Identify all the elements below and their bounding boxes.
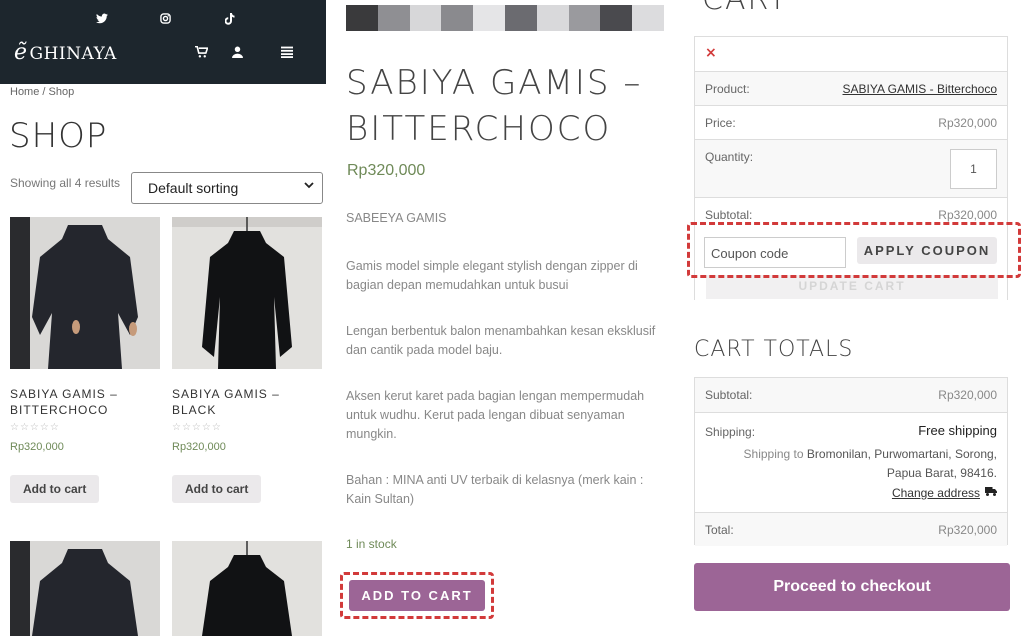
shipping-address: Bromonilan, Purwomartani, Sorong, Papua … <box>806 447 997 480</box>
account-icon[interactable] <box>232 46 243 62</box>
product-image-bitterchoco[interactable] <box>10 217 160 369</box>
cart-icon[interactable] <box>195 45 209 62</box>
description-paragraph: SABEEYA GAMIS <box>346 211 447 225</box>
subtotal-label: Subtotal: <box>705 208 753 222</box>
product-panel: SABIYA GAMIS – BITTERCHOCO Rp320,000 SAB… <box>338 0 674 636</box>
shop-panel: ẽ GHINAYA Home / Shop SHOP Showing all 4 … <box>0 0 326 636</box>
proceed-to-checkout-button[interactable]: Proceed to checkout <box>694 563 1010 611</box>
brand-logo[interactable]: ẽ GHINAYA <box>14 40 117 65</box>
cart-row-price: Price: Rp320,000 <box>695 105 1007 139</box>
shipping-prefix: Shipping to <box>743 447 804 461</box>
shipping-label: Shipping: <box>705 425 756 439</box>
sort-selected-value: Default sorting <box>148 180 239 196</box>
total-value: Rp320,000 <box>938 523 997 537</box>
product-price: Rp320,000 <box>10 441 64 453</box>
remove-item-icon[interactable]: × <box>705 45 717 61</box>
shipping-destination: Shipping to Bromonilan, Purwomartani, So… <box>711 445 997 483</box>
cart-title: CART <box>702 0 788 17</box>
product-link[interactable]: SABIYA GAMIS - Bitterchoco <box>843 82 998 96</box>
product-price: Rp320,000 <box>172 441 226 453</box>
truck-icon <box>985 486 997 500</box>
star-rating: ☆☆☆☆☆ <box>172 422 222 433</box>
result-count: Showing all 4 results <box>10 176 121 190</box>
quantity-label: Quantity: <box>705 150 754 164</box>
product-image[interactable] <box>10 541 160 636</box>
breadcrumb[interactable]: Home / Shop <box>10 86 74 98</box>
cart-item-header: × <box>695 37 1007 71</box>
product-image[interactable] <box>172 541 322 636</box>
brand-name: GHINAYA <box>29 44 117 64</box>
price-label: Price: <box>705 116 736 130</box>
cart-panel: CART × Product: SABIYA GAMIS - Bittercho… <box>686 0 1024 636</box>
description-paragraph: Bahan : MINA anti UV terbaik di kelasnya… <box>346 473 644 506</box>
product-image-black[interactable] <box>172 217 322 369</box>
sort-select[interactable]: Default sorting <box>131 172 323 204</box>
change-address-label: Change address <box>891 486 980 500</box>
page-title: SHOP <box>9 116 108 156</box>
product-label: Product: <box>705 82 750 96</box>
shipping-method: Free shipping <box>918 423 997 438</box>
star-rating: ☆☆☆☆☆ <box>10 422 60 433</box>
chevron-down-icon <box>304 180 314 192</box>
stock-status: 1 in stock <box>346 537 397 551</box>
totals-subtotal-label: Subtotal: <box>705 388 753 402</box>
description-paragraph: Aksen kerut karet pada bagian lengan mem… <box>346 389 645 441</box>
product-name[interactable]: SABIYA GAMIS – BLACK <box>172 386 322 418</box>
product-gallery[interactable] <box>346 5 664 31</box>
twitter-icon[interactable] <box>96 13 108 27</box>
tiktok-icon[interactable] <box>224 13 235 28</box>
product-price: Rp320,000 <box>347 162 426 179</box>
site-header: ẽ GHINAYA <box>0 0 326 84</box>
cart-row-product: Product: SABIYA GAMIS - Bitterchoco <box>695 71 1007 105</box>
totals-row-total: Total: Rp320,000 <box>695 512 1007 546</box>
subtotal-value: Rp320,000 <box>938 208 997 222</box>
add-to-cart-button[interactable]: ADD TO CART <box>349 580 485 611</box>
add-to-cart-button[interactable]: Add to cart <box>10 475 100 503</box>
add-to-cart-button[interactable]: Add to cart <box>172 475 262 503</box>
description-paragraph: Lengan berbentuk balon menambahkan kesan… <box>346 324 656 357</box>
description-paragraph: Gamis model simple elegant stylish denga… <box>346 259 638 292</box>
cart-row-quantity: Quantity: 1 <box>695 139 1007 197</box>
change-address-link[interactable]: Change address <box>892 486 997 500</box>
total-label: Total: <box>705 523 734 537</box>
update-cart-button[interactable]: UPDATE CART <box>706 275 998 299</box>
cart-totals-title: CART TOTALS <box>694 337 854 362</box>
totals-subtotal-value: Rp320,000 <box>938 388 997 402</box>
totals-row-subtotal: Subtotal: Rp320,000 <box>695 378 1007 412</box>
product-name[interactable]: SABIYA GAMIS – BITTERCHOCO <box>10 386 160 418</box>
highlight-box <box>687 222 1021 278</box>
price-value: Rp320,000 <box>938 116 997 130</box>
menu-icon[interactable] <box>281 46 293 62</box>
quantity-input[interactable]: 1 <box>950 149 997 189</box>
instagram-icon[interactable] <box>160 13 171 27</box>
cart-totals-table: Subtotal: Rp320,000 Shipping: Free shipp… <box>694 377 1008 546</box>
product-title: SABIYA GAMIS – BITTERCHOCO <box>346 63 643 149</box>
